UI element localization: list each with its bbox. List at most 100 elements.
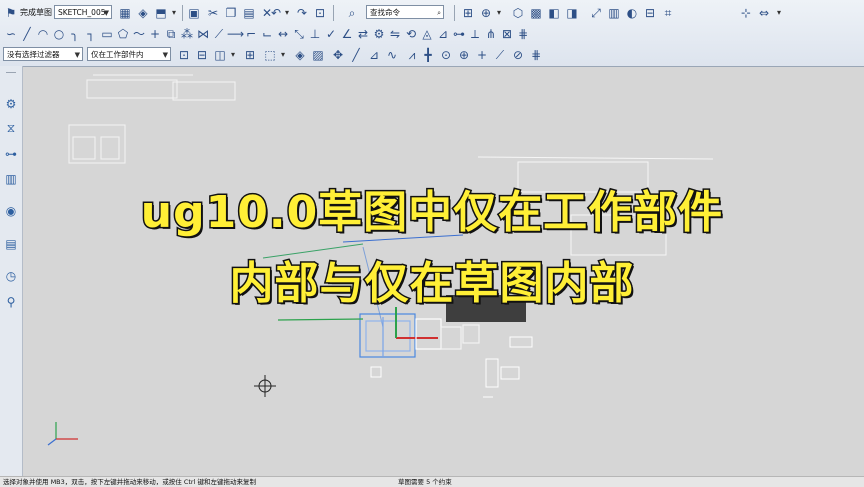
edit-section-icon[interactable]: ◧ xyxy=(546,5,562,21)
corner-icon[interactable]: ⌐ xyxy=(243,26,259,42)
analysis-icon[interactable]: ⌗ xyxy=(660,5,676,21)
part-navigator-icon[interactable]: ⊶ xyxy=(3,146,19,162)
snap-on-curve-icon[interactable]: ∿ xyxy=(384,47,400,63)
chevron-down-icon[interactable]: ▾ xyxy=(169,5,179,21)
select-box-icon[interactable]: ⬚ xyxy=(262,47,278,63)
fit-view-icon[interactable]: ⊞ xyxy=(460,5,476,21)
snap-grid-icon[interactable]: ⋕ xyxy=(528,47,544,63)
highlight-hidden-icon[interactable]: ⊞ xyxy=(242,47,258,63)
deselect-icon[interactable]: ⊟ xyxy=(194,47,210,63)
continuous-auto-dim-icon[interactable]: ⊶ xyxy=(451,26,467,42)
chevron-down-icon: ▼ xyxy=(103,9,109,17)
selection-filter-combo[interactable]: 没有选择过滤器 ▼ xyxy=(3,47,83,61)
profile-icon[interactable]: ∽ xyxy=(3,26,19,42)
constraint-navigator-icon[interactable]: ⧖ xyxy=(3,120,19,136)
show-hide-dims-icon[interactable]: ⋔ xyxy=(483,26,499,42)
measure-distance-icon[interactable]: ⇔ xyxy=(756,5,772,21)
snap-existing-point-icon[interactable]: + xyxy=(474,47,490,63)
polygon-icon[interactable]: ⬠ xyxy=(115,26,131,42)
finish-sketch-label[interactable]: 完成草图 xyxy=(20,6,52,20)
snap-midpoint-icon[interactable]: ⊿ xyxy=(366,47,382,63)
copy-icon[interactable]: ❐ xyxy=(223,5,239,21)
assembly-navigator-icon[interactable]: ⚙ xyxy=(3,96,19,112)
sketch-name-value: SKETCH_005 xyxy=(58,8,106,17)
paste-icon[interactable]: ▤ xyxy=(241,5,257,21)
animate-dimension-icon[interactable]: ⟲ xyxy=(403,26,419,42)
command-finder-icon[interactable]: ⌕ xyxy=(344,5,360,21)
pattern-curve-icon[interactable]: ⁂ xyxy=(179,26,195,42)
inferred-constraints-icon[interactable]: ⊿ xyxy=(435,26,451,42)
orient-view-icon[interactable]: ⬡ xyxy=(510,5,526,21)
point-icon[interactable]: + xyxy=(147,26,163,42)
whole-assembly-icon[interactable]: ▨ xyxy=(310,47,326,63)
view-triad-icon[interactable]: ⊹ xyxy=(738,5,754,21)
create-dimension-icon[interactable]: ⟂ xyxy=(467,26,483,42)
snap-point-on-face-icon[interactable]: ⟋ xyxy=(492,47,508,63)
geometric-constraints-icon[interactable]: ⊥ xyxy=(307,26,323,42)
auto-constrain-icon[interactable]: ∠ xyxy=(339,26,355,42)
assembly-navigator-icon[interactable]: ◈ xyxy=(292,47,308,63)
finish-sketch-icon[interactable]: ⚑ xyxy=(3,5,19,21)
snap-control-point-icon[interactable]: ⩘ xyxy=(404,47,420,63)
alternate-solution-icon[interactable]: ⇄ xyxy=(355,26,371,42)
selection-scope-combo[interactable]: 仅在工作部件内 ▼ xyxy=(87,47,171,61)
video-title-line-1: ug10.0草图中仅在工作部件 xyxy=(139,186,724,240)
make-corner-icon[interactable]: ⌙ xyxy=(259,26,275,42)
selection-intent-icon[interactable]: ◫ xyxy=(212,47,228,63)
toolbar-separator xyxy=(182,5,183,21)
mirror-curve-icon[interactable]: ⋈ xyxy=(195,26,211,42)
rectangle-icon[interactable]: ▭ xyxy=(99,26,115,42)
snap-intersection-icon[interactable]: ╋ xyxy=(420,47,436,63)
show-constraints-icon[interactable]: ✓ xyxy=(323,26,339,42)
sketch-evaluate-icon[interactable]: ◬ xyxy=(419,26,435,42)
measure-icon[interactable]: ⊟ xyxy=(642,5,658,21)
chevron-down-icon[interactable]: ▾ xyxy=(494,5,504,21)
snap-endpoint-icon[interactable]: ╱ xyxy=(348,47,364,63)
circle-icon[interactable]: ○ xyxy=(51,26,67,42)
convert-reference-icon[interactable]: ⇋ xyxy=(387,26,403,42)
wcs-icon[interactable]: ⤢ xyxy=(588,5,604,21)
studio-spline-icon[interactable]: 〜 xyxy=(131,26,147,42)
extend-icon[interactable]: ⟶ xyxy=(227,26,244,42)
reference-grid-icon[interactable]: ⋕ xyxy=(515,26,531,42)
layer-settings-icon[interactable]: ▥ xyxy=(606,5,622,21)
sketch-settings-icon[interactable]: ▦ xyxy=(117,5,133,21)
fillet-icon[interactable]: ╮ xyxy=(67,26,83,42)
view-sketch-icon[interactable]: ◈ xyxy=(135,5,151,21)
ribbon-toolbar-area: ⚑ 完成草图 SKETCH_005 ▼ ▦ ◈ ⬒ ▾ ▣ ✂ ❐ ▤ ✕ ↶ … xyxy=(0,0,864,67)
repeat-command-icon[interactable]: ⊡ xyxy=(312,5,328,21)
command-finder-placeholder: 查找命令 xyxy=(370,8,400,17)
sketch-checker-icon[interactable]: ⊠ xyxy=(499,26,515,42)
status-bar: 选择对象并使用 MB3，双击，按下左键并拖动来移动，或按住 Ctrl 键和左键拖… xyxy=(0,476,864,487)
selection-scope-value: 仅在工作部件内 xyxy=(91,50,144,59)
clip-section-icon[interactable]: ◨ xyxy=(564,5,580,21)
sketch-name-combo[interactable]: SKETCH_005 ▼ xyxy=(54,5,112,19)
cut-icon[interactable]: ✂ xyxy=(205,5,221,21)
command-finder-input[interactable]: 查找命令 ⌕ xyxy=(366,5,444,19)
faint-drawing-frames xyxy=(68,74,236,164)
select-all-icon[interactable]: ⊡ xyxy=(176,47,192,63)
trim-icon[interactable]: ⟋ xyxy=(211,26,227,42)
snap-bounded-grid-icon[interactable]: ⊘ xyxy=(510,47,526,63)
relations-browser-icon[interactable]: ⚙ xyxy=(371,26,387,42)
radial-dimension-icon[interactable]: ⤡ xyxy=(291,26,307,42)
resource-bar-grip xyxy=(6,72,16,73)
save-icon[interactable]: ▣ xyxy=(186,5,202,21)
arc-icon[interactable]: ◠ xyxy=(35,26,51,42)
line-icon[interactable]: ╱ xyxy=(19,26,35,42)
chevron-down-icon[interactable]: ▾ xyxy=(774,5,784,21)
chevron-down-icon[interactable]: ▾ xyxy=(228,47,238,63)
zoom-icon[interactable]: ⊕ xyxy=(478,5,494,21)
redo-icon[interactable]: ↷ xyxy=(294,5,310,21)
rapid-dimension-icon[interactable]: ↔ xyxy=(275,26,291,42)
chevron-down-icon[interactable]: ▾ xyxy=(282,5,292,21)
reattach-icon[interactable]: ⬒ xyxy=(153,5,169,21)
snap-center-icon[interactable]: ⊙ xyxy=(438,47,454,63)
selection-filter-icon[interactable]: ✥ xyxy=(330,47,346,63)
chamfer-icon[interactable]: ┐ xyxy=(83,26,99,42)
snap-quadrant-icon[interactable]: ⊕ xyxy=(456,47,472,63)
rendering-style-icon[interactable]: ▩ xyxy=(528,5,544,21)
display-hide-icon[interactable]: ◐ xyxy=(624,5,640,21)
chevron-down-icon[interactable]: ▾ xyxy=(278,47,288,63)
offset-curve-icon[interactable]: ⧉ xyxy=(163,26,179,42)
